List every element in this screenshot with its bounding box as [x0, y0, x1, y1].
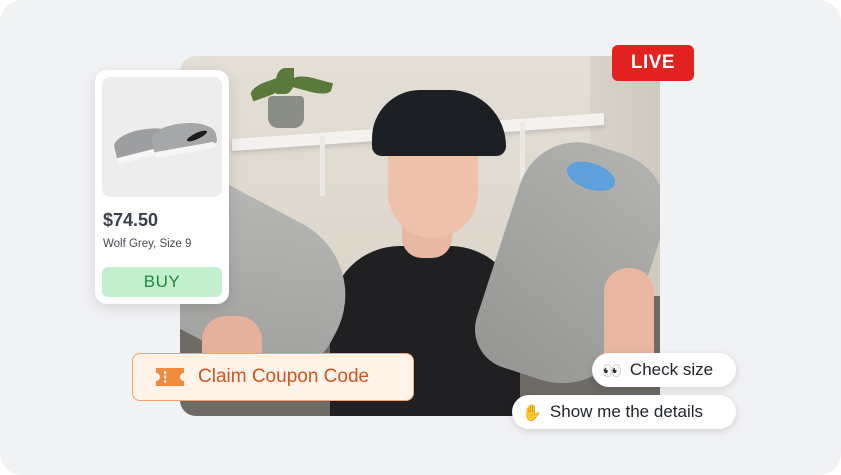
chat-chip-label: Show me the details	[549, 402, 704, 421]
livestream-shopping-canvas: LIVE $74.50 Wolf Grey, Size 9 BUY Claim …	[0, 0, 841, 475]
chat-chip-check-size[interactable]: 👀 Check size	[592, 353, 736, 387]
product-variant: Wolf Grey, Size 9	[103, 238, 192, 250]
product-card[interactable]: $74.50 Wolf Grey, Size 9 BUY	[95, 70, 229, 304]
claim-coupon-button[interactable]: Claim Coupon Code	[132, 353, 414, 401]
plant-pot	[268, 96, 304, 128]
plant-leaf	[276, 68, 294, 94]
chat-chip-show-details[interactable]: ✋ Show me the details	[512, 395, 736, 429]
chat-chip-label: Check size	[629, 360, 714, 379]
sneaker-insole	[563, 156, 619, 197]
live-badge: LIVE	[612, 45, 694, 81]
ticket-icon	[156, 368, 184, 386]
coupon-label: Claim Coupon Code	[198, 366, 370, 387]
shelf-bracket	[320, 136, 325, 196]
product-price: $74.50	[103, 210, 159, 230]
buy-button[interactable]: BUY	[102, 267, 222, 297]
presenter-cap	[372, 90, 506, 156]
plant-leaf	[290, 73, 334, 97]
product-image[interactable]	[102, 77, 222, 197]
raised-hand-icon: ✋	[522, 402, 542, 422]
eyes-icon: 👀	[602, 360, 622, 380]
